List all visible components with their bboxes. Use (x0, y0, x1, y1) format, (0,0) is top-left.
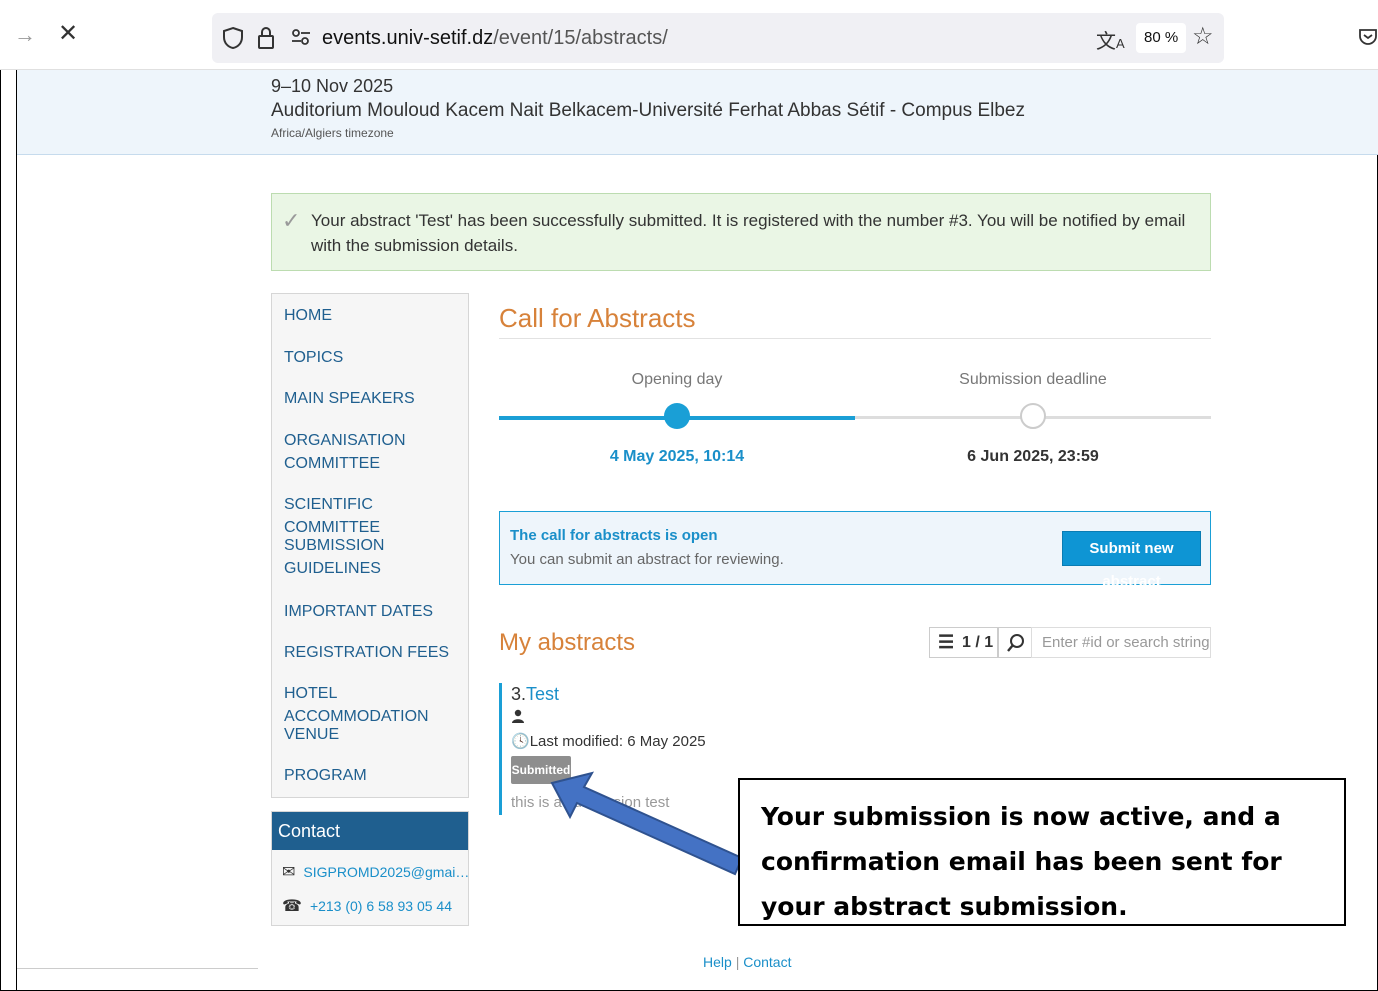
event-venue: Auditorium Mouloud Kacem Nait Belkacem-U… (271, 100, 1025, 121)
success-message: ✓ Your abstract 'Test' has been successf… (271, 193, 1211, 271)
title-divider (499, 338, 1211, 339)
menu-item-venue[interactable]: VENUE (284, 723, 339, 746)
menu-item-main-speakers[interactable]: MAIN SPEAKERS (284, 387, 415, 410)
abstract-last-modified: 🕓Last modified: 6 May 2025 (511, 733, 706, 750)
contact-email[interactable]: ✉ SIGPROMD2025@gmai… (282, 862, 469, 882)
translate-icon[interactable]: 文A (1096, 25, 1125, 54)
footer-separator: | (735, 954, 740, 970)
envelope-icon: ✉ (282, 864, 296, 881)
menu-item-organisation-committee[interactable]: ORGANISATION COMMITTEE (284, 429, 414, 475)
sidebar-menu: HOME TOPICS MAIN SPEAKERS ORGANISATION C… (271, 293, 469, 798)
tracking-shield-icon[interactable] (222, 26, 244, 55)
abstract-title[interactable]: 3.Test (511, 684, 559, 705)
footer: Help | Contact (703, 954, 791, 970)
opening-day-marker (664, 403, 690, 429)
browser-toolbar: → ✕ events.univ-setif.dz/event/15/abstra… (0, 0, 1378, 70)
page-left-border (16, 70, 17, 991)
contact-title: Contact (272, 812, 468, 850)
zoom-level[interactable]: 80 % (1136, 23, 1187, 53)
abstract-count[interactable]: ☰ 1 / 1 (929, 627, 998, 658)
menu-item-registration-fees[interactable]: REGISTRATION FEES (284, 641, 449, 664)
url-bar[interactable]: events.univ-setif.dz/event/15/abstracts/… (212, 13, 1224, 63)
call-open-box: The call for abstracts is open You can s… (499, 511, 1211, 590)
list-icon: ☰ (938, 632, 955, 652)
user-icon (511, 709, 525, 728)
annotation-arrow (550, 771, 744, 876)
deadline-date: 6 Jun 2025, 23:59 (967, 448, 1099, 465)
success-text: Your abstract 'Test' has been successful… (311, 211, 1186, 255)
check-icon: ✓ (282, 208, 301, 233)
phone-icon: ☎ (282, 898, 302, 915)
deadline-label: Submission deadline (959, 371, 1107, 388)
menu-item-home[interactable]: HOME (284, 304, 332, 327)
page-title: Call for Abstracts (499, 303, 696, 333)
menu-item-submission-guidelines[interactable]: SUBMISSION GUIDELINES (284, 534, 404, 580)
opening-date: 4 May 2025, 10:14 (609, 448, 745, 465)
event-timezone: Africa/Algiers timezone (271, 126, 394, 140)
menu-item-hotel-accommodation[interactable]: HOTEL ACCOMMODATION (284, 682, 468, 728)
stop-icon[interactable]: ✕ (58, 22, 78, 46)
url-text[interactable]: events.univ-setif.dz/event/15/abstracts/ (322, 27, 668, 50)
menu-item-program[interactable]: PROGRAM (284, 764, 367, 787)
menu-item-topics[interactable]: TOPICS (284, 346, 343, 369)
search-button[interactable] (998, 627, 1032, 658)
call-open-title: The call for abstracts is open (510, 527, 718, 544)
contact-phone[interactable]: ☎ +213 (0) 6 58 93 05 44 (282, 896, 452, 916)
clock-icon: 🕓 (511, 733, 530, 750)
forward-icon[interactable]: → (14, 24, 36, 46)
bookmark-star-icon[interactable]: ☆ (1192, 22, 1214, 51)
abstract-list-item-border (499, 683, 502, 815)
callout-text: Your submission is now active, and a con… (761, 802, 1282, 921)
menu-item-important-dates[interactable]: IMPORTANT DATES (284, 600, 433, 623)
footer-divider (17, 968, 258, 969)
search-icon (1007, 634, 1024, 652)
search-input[interactable] (1031, 627, 1211, 658)
opening-day-label: Opening day (631, 371, 723, 388)
permissions-icon[interactable] (290, 27, 312, 52)
lock-icon[interactable] (256, 25, 276, 56)
event-dates: 9–10 Nov 2025 (271, 76, 394, 96)
annotation-callout: Your submission is now active, and a con… (738, 778, 1346, 926)
menu-item-scientific-committee[interactable]: SCIENTIFIC COMMITTEE (284, 493, 468, 539)
help-link[interactable]: Help (703, 954, 732, 970)
call-open-subtitle: You can submit an abstract for reviewing… (510, 551, 784, 568)
my-abstracts-title: My abstracts (499, 629, 636, 656)
deadline-marker (1020, 403, 1046, 429)
pocket-icon[interactable] (1358, 26, 1378, 51)
contact-link[interactable]: Contact (743, 954, 791, 970)
contact-box: Contact ✉ SIGPROMD2025@gmai… ☎ +213 (0) 6 … (271, 811, 469, 926)
submit-new-abstract-button[interactable]: Submit new abstract (1062, 531, 1201, 590)
